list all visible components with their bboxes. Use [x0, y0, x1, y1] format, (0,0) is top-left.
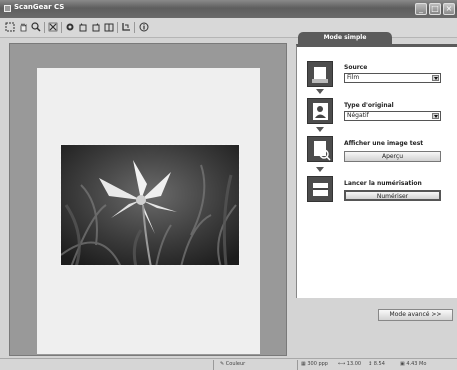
width-icon: ⟷ — [338, 361, 347, 367]
scan-button[interactable]: Numériser — [344, 190, 441, 201]
scan-step-icon — [307, 176, 333, 202]
status-bar: ✎ Couleur ▦ 300 ppp ⟷ 13.00 ↕ 8.54 ▣ 4.4… — [0, 358, 457, 370]
status-divider — [297, 360, 298, 370]
multi-crop-icon[interactable] — [121, 22, 131, 32]
original-type-label: Type d'original — [344, 102, 394, 109]
simple-mode-panel: Source Film Type d'original Négatif Affi… — [296, 44, 457, 298]
toolbar-separator — [117, 22, 118, 33]
toolbar-separator — [61, 22, 62, 33]
close-button[interactable]: × — [443, 3, 455, 15]
preview-image[interactable] — [60, 144, 240, 266]
select-frame-icon[interactable] — [5, 22, 15, 32]
info-icon[interactable] — [139, 22, 149, 32]
resolution-status: ▦ 300 ppp — [301, 361, 328, 367]
color-mode-status: ✎ Couleur — [220, 361, 246, 367]
hand-icon[interactable] — [18, 22, 28, 32]
step-arrow-icon — [316, 89, 324, 94]
status-divider — [213, 360, 214, 370]
original-type-select-value: Négatif — [347, 112, 369, 119]
mirror-icon[interactable] — [104, 22, 114, 32]
chevron-down-icon — [432, 75, 439, 81]
minimize-button[interactable]: _ — [415, 3, 427, 15]
advanced-mode-button[interactable]: Mode avancé >> — [378, 309, 453, 321]
width-status: ⟷ 13.00 — [338, 361, 362, 367]
rotate-left-icon[interactable] — [78, 22, 88, 32]
chevron-down-icon — [432, 113, 439, 119]
preview-area[interactable] — [9, 43, 287, 356]
preview-step-label: Afficher une image test — [344, 140, 424, 147]
auto-crop-icon[interactable] — [48, 22, 58, 32]
title-bar: ScanGear CS _ □ × — [0, 0, 457, 18]
source-label: Source — [344, 64, 368, 71]
scan-step-label: Lancer la numérisation — [344, 180, 422, 187]
preview-step-icon — [307, 136, 333, 162]
height-status: ↕ 8.54 — [368, 361, 385, 367]
preview-page — [37, 68, 260, 354]
toolbar-separator — [134, 22, 135, 33]
original-type-select[interactable]: Négatif — [344, 111, 441, 121]
rotate-right-icon[interactable] — [91, 22, 101, 32]
file-size-status: ▣ 4.43 Mo — [400, 361, 427, 367]
source-select-value: Film — [347, 74, 360, 81]
step-arrow-icon — [316, 127, 324, 132]
scangear-window: ScanGear CS _ □ × Mode simple Source Fil… — [0, 0, 457, 370]
app-icon — [4, 5, 11, 12]
maximize-button[interactable]: □ — [429, 3, 441, 15]
remove-frame-icon[interactable] — [65, 22, 75, 32]
source-icon — [307, 61, 333, 87]
zoom-icon[interactable] — [31, 22, 41, 32]
preview-button[interactable]: Aperçu — [344, 151, 441, 162]
tab-simple-mode[interactable]: Mode simple — [298, 32, 392, 44]
source-select[interactable]: Film — [344, 73, 441, 83]
toolbar-separator — [44, 22, 45, 33]
window-title: ScanGear CS — [14, 3, 65, 11]
original-type-icon — [307, 98, 333, 124]
step-arrow-icon — [316, 167, 324, 172]
